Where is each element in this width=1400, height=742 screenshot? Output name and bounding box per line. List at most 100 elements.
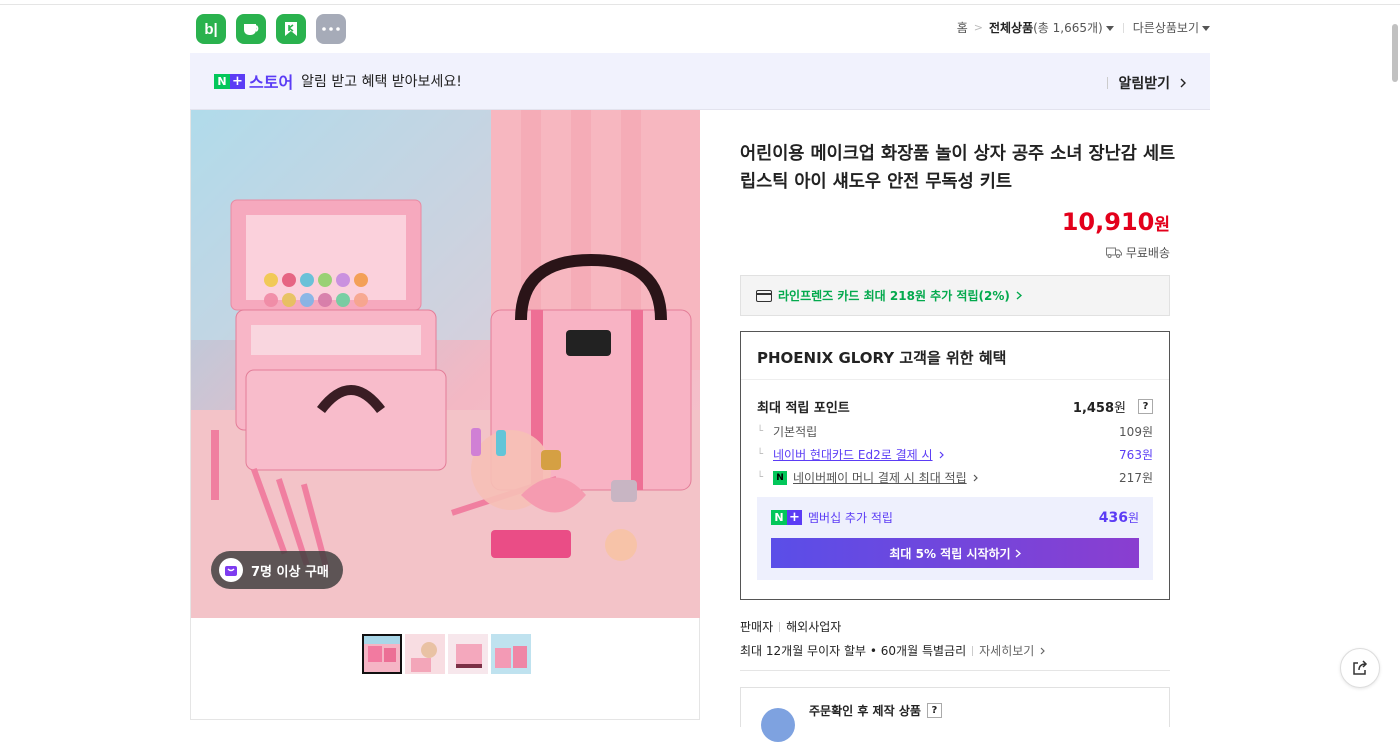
chevron-right-icon: [1180, 78, 1186, 88]
other-products-dropdown[interactable]: 다른상품보기: [1133, 19, 1210, 36]
tree-branch-icon: └: [757, 426, 764, 437]
main-product-image[interactable]: 7명 이상 구매: [191, 110, 700, 618]
cup-icon: [244, 24, 259, 35]
membership-value: 436: [1098, 510, 1128, 526]
basic-point-label: 기본적립: [773, 425, 818, 439]
custom-order-label: 주문확인 후 제작 상품: [809, 704, 921, 718]
naver-n-icon: N: [214, 73, 230, 89]
product-gallery: 7명 이상 구매: [190, 110, 700, 720]
breadcrumb-all-products[interactable]: 전체상품(총 1,665개): [989, 19, 1114, 36]
kreme-app-icon[interactable]: [276, 14, 306, 44]
plus-icon: +: [787, 510, 802, 525]
hyundai-card-link[interactable]: 네이버 현대카드 Ed2로 결제 시: [773, 446, 933, 463]
membership-box: N + 멤버십 추가 적립 436원 최대 5% 적립 시작하기: [757, 497, 1153, 580]
card-promo-banner[interactable]: 라인프렌즈 카드 최대 218원 추가 적립(2%): [740, 275, 1170, 316]
ellipsis-icon: [322, 27, 340, 31]
npay-icon: N: [773, 470, 787, 485]
custom-order-box: 주문확인 후 제작 상품 ?: [740, 687, 1170, 742]
hyundai-card-value: 763원: [1119, 448, 1153, 462]
max-point-label: 최대 적립 포인트: [757, 401, 850, 416]
benefit-divider: [741, 379, 1169, 380]
plus-icon: +: [230, 73, 245, 89]
alarm-button-label: 알림받기: [1118, 76, 1170, 92]
more-apps-icon[interactable]: [316, 14, 346, 44]
max-point-value: 1,458: [1072, 401, 1115, 416]
start-membership-button[interactable]: 최대 5% 적립 시작하기: [771, 538, 1139, 568]
seller-value: 해외사업자: [786, 620, 842, 634]
basic-point-row: └ 기본적립 109원: [757, 423, 1153, 440]
customer-benefit-box: PHOENIX GLORY 고객을 위한 혜택 최대 적립 포인트 1,458원…: [740, 331, 1170, 600]
chevron-down-icon: [1202, 26, 1210, 31]
banner-message: 알림 받고 혜택 받아보세요!: [301, 74, 462, 90]
shopping-bag-icon: [219, 558, 243, 582]
tree-branch-icon: └: [757, 472, 764, 483]
chevron-right-icon: [973, 474, 978, 481]
naver-n-icon: N: [771, 510, 787, 525]
cafe-app-icon[interactable]: [236, 14, 266, 44]
shipping-info: 무료배송: [1105, 244, 1170, 261]
blog-app-icon[interactable]: b|: [196, 14, 226, 44]
product-title: 어린이용 메이크업 화장품 놀이 상자 공주 소녀 장난감 세트 립스틱 아이 …: [740, 144, 1176, 192]
chevron-down-icon: [1105, 26, 1114, 31]
installment-more-link[interactable]: 자세히보기: [979, 642, 1034, 659]
breadcrumb-home[interactable]: 홈: [957, 19, 968, 36]
card-promo-text: 라인프렌즈 카드 최대 218원 추가 적립(2%): [778, 289, 1010, 303]
thumbnail-4[interactable]: [491, 634, 531, 674]
other-products-label: 다른상품보기: [1132, 21, 1199, 35]
thumbnail-3[interactable]: [448, 634, 488, 674]
top-divider: [0, 4, 1400, 5]
product-price: 10,910원: [1062, 208, 1170, 236]
store-wordmark: 스토어: [249, 73, 294, 92]
membership-row: N + 멤버십 추가 적립 436원: [771, 509, 1139, 526]
store-alarm-banner: N + 스토어 알림 받고 혜택 받아보세요! 알림받기: [190, 53, 1210, 110]
page-scrollbar[interactable]: [1392, 24, 1398, 82]
breadcrumb: 홈 > 전체상품(총 1,665개) 다른상품보기: [957, 19, 1210, 36]
delivery-truck-icon: [1105, 247, 1122, 258]
app-icon-bar: b|: [196, 14, 346, 44]
credit-card-icon: [756, 289, 772, 302]
shipping-label: 무료배송: [1125, 246, 1170, 260]
makeup-box-illustration: [191, 110, 700, 618]
help-icon[interactable]: ?: [1138, 399, 1153, 414]
naver-plus-badge: N +: [771, 510, 802, 525]
custom-order-row: 주문확인 후 제작 상품 ?: [809, 702, 942, 719]
membership-button-label: 최대 5% 적립 시작하기: [889, 546, 1011, 561]
benefit-title: PHOENIX GLORY 고객을 위한 혜택: [757, 349, 1007, 367]
hyundai-card-row: └ 네이버 현대카드 Ed2로 결제 시 763원: [757, 446, 1153, 463]
thumbnail-strip: [362, 634, 531, 674]
seller-label: 판매자: [740, 620, 774, 634]
share-button[interactable]: [1340, 648, 1380, 688]
membership-unit: 원: [1127, 511, 1139, 525]
share-icon: [1353, 660, 1368, 675]
banner-divider: [1107, 77, 1109, 89]
k-bookmark-icon: [285, 22, 297, 36]
chevron-right-icon: [1015, 548, 1021, 558]
max-point-row: 최대 적립 포인트 1,458원 ?: [757, 397, 1153, 416]
tree-branch-icon: └: [757, 449, 764, 460]
thumbnail-2[interactable]: [405, 634, 445, 674]
max-point-unit: 원: [1114, 401, 1126, 416]
membership-label: 멤버십 추가 적립: [808, 511, 893, 525]
price-currency: 원: [1154, 215, 1170, 235]
npay-link[interactable]: 네이버페이 머니 결제 시 최대 적립: [793, 469, 967, 486]
max-point-value-group: 1,458원 ?: [1073, 397, 1153, 416]
npay-row: └ N 네이버페이 머니 결제 시 최대 적립 217원: [757, 469, 1153, 486]
breadcrumb-separator-icon: >: [973, 21, 983, 34]
chevron-right-icon: [939, 451, 944, 458]
npay-value: 217원: [1119, 471, 1153, 485]
purchase-count-badge: 7명 이상 구매: [211, 551, 343, 589]
alarm-button[interactable]: 알림받기: [1107, 73, 1186, 93]
all-products-count: (총 1,665개): [1033, 21, 1103, 35]
thumbnail-1[interactable]: [362, 634, 402, 674]
blog-glyph: b|: [204, 20, 218, 38]
installment-text: 최대 12개월 무이자 할부 • 60개월 특별금리: [740, 644, 967, 658]
breadcrumb-divider: [1122, 22, 1124, 33]
price-value: 10,910: [1061, 208, 1155, 236]
basic-point-value: 109원: [1119, 425, 1153, 439]
help-icon[interactable]: ?: [926, 703, 942, 718]
naver-plus-badge: N +: [214, 73, 245, 89]
chevron-right-icon: [1016, 291, 1022, 300]
seller-divider: [779, 621, 781, 632]
chevron-right-icon: [1040, 647, 1046, 654]
installment-info: 최대 12개월 무이자 할부 • 60개월 특별금리 자세히보기: [740, 642, 1046, 659]
